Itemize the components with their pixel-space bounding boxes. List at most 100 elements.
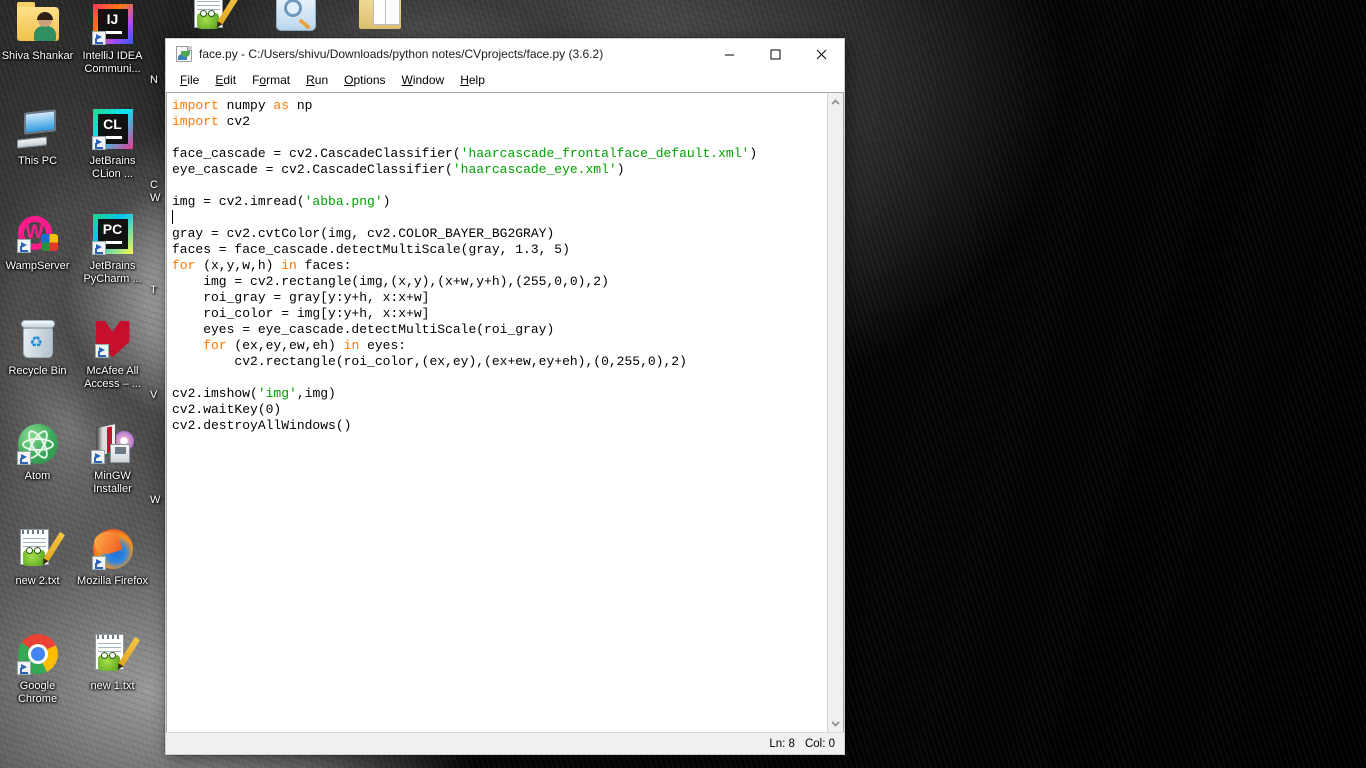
desktop-icon-label: new 1.txt (90, 680, 135, 692)
desktop-icon-label: This PC (17, 155, 58, 167)
desktop-icon-label: MinGW Installer (93, 470, 132, 495)
window-titlebar[interactable]: face.py - C:/Users/shivu/Downloads/pytho… (166, 39, 844, 69)
desktop-icon-label: Shiva Shankar (1, 50, 74, 62)
desktop-icon-mozilla-firefox[interactable]: Mozilla Firefox (75, 519, 150, 624)
desktop-icon-label: Google Chrome (17, 680, 58, 705)
desktop-icon-label: Mozilla Firefox (77, 575, 148, 587)
window-controls (706, 39, 844, 69)
code-line: cv2.rectangle(roi_color,(ex,ey),(ex+ew,e… (172, 354, 687, 369)
shortcut-overlay-icon (91, 31, 106, 45)
folder-icon (358, 0, 402, 34)
text-cursor (172, 210, 173, 224)
scroll-up-icon[interactable] (828, 95, 843, 109)
window-title: face.py - C:/Users/shivu/Downloads/pytho… (199, 47, 604, 61)
shortcut-overlay-icon (90, 450, 105, 464)
clion-icon: CL (91, 107, 135, 151)
code-line: for (x,y,w,h) in faces: (172, 258, 352, 273)
shortcut-overlay-icon (16, 239, 31, 253)
menu-item-edit[interactable]: Edit (207, 71, 244, 89)
scroll-down-icon[interactable] (828, 716, 843, 730)
close-button[interactable] (798, 39, 844, 69)
code-line: roi_gray = gray[y:y+h, x:x+w] (172, 290, 430, 305)
desktop-icon-clion[interactable]: CL JetBrains CLion ... (75, 99, 150, 204)
desktop-icon-shiva-shankar[interactable]: Shiva Shankar (0, 0, 75, 99)
this-pc-icon (16, 107, 60, 151)
code-line: roi_color = img[y:y+h, x:x+w] (172, 306, 430, 321)
desktop-icon-label: new 2.txt (15, 575, 60, 587)
idle-editor-window: face.py - C:/Users/shivu/Downloads/pytho… (165, 38, 845, 755)
code-line: cv2.waitKey(0) (172, 402, 282, 417)
code-line: img = cv2.rectangle(img,(x,y),(x+w,y+h),… (172, 274, 609, 289)
menu-item-help[interactable]: Help (452, 71, 493, 89)
code-line: cv2.imshow('img',img) (172, 386, 336, 401)
code-line: for (ex,ey,ew,eh) in eyes: (203, 338, 407, 353)
firefox-icon (90, 527, 135, 571)
chrome-icon (16, 632, 60, 676)
code-line: cv2.destroyAllWindows() (172, 418, 352, 433)
editor-container: import numpy as np import cv2 face_cascad… (166, 92, 844, 732)
code-line: face_cascade = cv2.CascadeClassifier('ha… (172, 146, 758, 161)
minimize-button[interactable] (706, 39, 752, 69)
desktop-icon-label: Atom (24, 470, 51, 482)
statusbar: Ln: 8 Col: 0 (166, 732, 844, 754)
desktop-icon-search-top[interactable] (266, 0, 326, 38)
code-line: faces = face_cascade.detectMultiScale(gr… (172, 242, 570, 257)
desktop-icon-atom[interactable]: Atom (0, 414, 75, 519)
status-column-number: Col: 0 (804, 737, 835, 750)
menu-item-run[interactable]: Run (298, 71, 336, 89)
desktop-icon-label: JetBrains PyCharm ... (83, 260, 142, 285)
menubar: File Edit Format Run Options Window Help (166, 69, 844, 92)
desktop-icon-label: WampServer (5, 260, 70, 272)
menu-item-options[interactable]: Options (336, 71, 393, 89)
shortcut-overlay-icon (94, 344, 109, 358)
code-line: eye_cascade = cv2.CascadeClassifier('haa… (172, 162, 625, 177)
desktop-icon-mingw-installer[interactable]: MinGW Installer (75, 414, 150, 519)
code-line: eyes = eye_cascade.detectMultiScale(roi_… (172, 322, 555, 337)
code-text-area[interactable]: import numpy as np import cv2 face_cascad… (167, 93, 827, 732)
text-file-icon (16, 527, 65, 571)
desktop-icon-wampserver[interactable]: W WampServer (0, 204, 75, 309)
vertical-scrollbar[interactable] (827, 93, 844, 732)
desktop-icon-new-1-txt[interactable]: new 1.txt (75, 624, 150, 729)
desktop-icon-intellij-idea[interactable]: IJ IntelliJ IDEA Communi... (75, 0, 150, 99)
text-file-icon (91, 632, 140, 676)
desktop-icon-folder-top[interactable] (350, 0, 410, 38)
mingw-installer-icon (90, 422, 135, 466)
desktop-icon-new-2-txt[interactable]: new 2.txt (0, 519, 75, 624)
mcafee-icon (91, 317, 135, 361)
desktop-icon-label: IntelliJ IDEA Communi... (82, 50, 143, 75)
desktop: N C W T V W Shiva Shankar IJ IntelliJ ID… (0, 0, 1366, 768)
code-line: import cv2 (172, 114, 251, 129)
maximize-button[interactable] (752, 39, 798, 69)
desktop-icon-pycharm[interactable]: PC JetBrains PyCharm ... (75, 204, 150, 309)
wampserver-icon: W (16, 212, 60, 256)
desktop-icon-mcafee[interactable]: McAfee All Access – ... (75, 309, 150, 414)
code-line (172, 210, 827, 226)
shortcut-overlay-icon (91, 241, 106, 255)
desktop-icon-this-pc[interactable]: This PC (0, 99, 75, 204)
code-line: gray = cv2.cvtColor(img, cv2.COLOR_BAYER… (172, 226, 555, 241)
desktop-icon-google-chrome[interactable]: Google Chrome (0, 624, 75, 729)
menu-item-window[interactable]: Window (394, 71, 453, 89)
desktop-icon-label: Recycle Bin (8, 365, 67, 377)
user-folder-icon (16, 2, 60, 46)
shortcut-overlay-icon (91, 556, 106, 570)
code-line: import numpy as np (172, 98, 313, 113)
desktop-icon-label: JetBrains CLion ... (89, 155, 136, 180)
atom-icon (16, 422, 60, 466)
desktop-icon-recycle-bin[interactable]: ♻ Recycle Bin (0, 309, 75, 414)
menu-item-format[interactable]: Format (244, 71, 298, 89)
shortcut-overlay-icon (16, 451, 31, 465)
shortcut-overlay-icon (91, 136, 106, 150)
desktop-icon-label: McAfee All Access – ... (84, 365, 141, 390)
status-line-number: Ln: 8 (769, 737, 795, 750)
search-icon (274, 0, 318, 34)
pycharm-icon: PC (91, 212, 135, 256)
recycle-bin-icon: ♻ (16, 317, 60, 361)
code-line: img = cv2.imread('abba.png') (172, 194, 391, 209)
menu-item-file[interactable]: File (172, 71, 207, 89)
python-file-icon (176, 46, 192, 62)
